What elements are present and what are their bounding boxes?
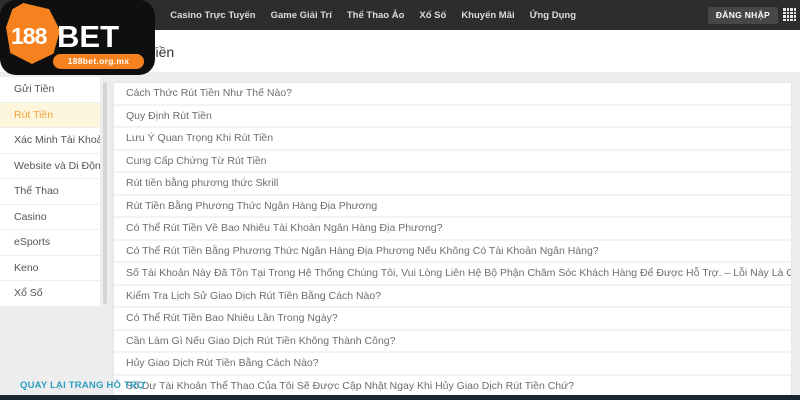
- apps-grid-icon[interactable]: [783, 8, 796, 21]
- apps-grid-cell: [793, 18, 796, 21]
- sidebar-item-0[interactable]: Gửi Tiền: [0, 77, 100, 103]
- nav-item-6[interactable]: Ứng Dụng: [530, 10, 576, 21]
- apps-grid-cell: [786, 18, 789, 21]
- nav-item-3[interactable]: Thể Thao Ảo: [347, 10, 405, 21]
- nav-item-1[interactable]: Casino Trực Tuyến: [170, 10, 255, 21]
- faq-question-11[interactable]: Cần Làm Gì Nếu Giao Dịch Rút Tiền Không …: [114, 331, 791, 353]
- brand-logo[interactable]: 188 BET 188bet.org.mx: [0, 0, 155, 75]
- faq-question-2[interactable]: Lưu Ý Quan Trọng Khi Rút Tiền: [114, 128, 791, 151]
- sidebar-item-7[interactable]: Keno: [0, 256, 100, 281]
- faq-question-12[interactable]: Hủy Giao Dịch Rút Tiền Bằng Cách Nào?: [114, 353, 791, 376]
- faq-question-4[interactable]: Rút tiền bằng phương thức Skrill: [114, 173, 791, 196]
- logo-domain-pill: 188bet.org.mx: [51, 52, 146, 71]
- apps-grid-cell: [786, 11, 789, 14]
- faq-question-13[interactable]: Số Dư Tài Khoản Thể Thao Của Tôi Sẽ Được…: [114, 376, 791, 397]
- apps-grid-cell: [783, 15, 786, 18]
- apps-grid-cell: [790, 18, 793, 21]
- sidebar-scrollbar[interactable]: [103, 82, 107, 304]
- sidebar-item-3[interactable]: Website và Di Động: [0, 154, 100, 179]
- sidebar-item-2[interactable]: Xác Minh Tài Khoản: [0, 128, 100, 154]
- sidebar-item-5[interactable]: Casino: [0, 205, 100, 230]
- nav-item-2[interactable]: Game Giải Trí: [271, 10, 332, 21]
- faq-question-0[interactable]: Cách Thức Rút Tiền Như Thế Nào?: [114, 83, 791, 106]
- apps-grid-cell: [793, 11, 796, 14]
- apps-grid-cell: [783, 8, 786, 11]
- apps-grid-cell: [790, 11, 793, 14]
- logo-number: 188: [11, 23, 47, 49]
- sidebar-item-8[interactable]: Xổ Số: [0, 281, 100, 307]
- sidebar-item-4[interactable]: Thể Thao: [0, 179, 100, 205]
- faq-question-10[interactable]: Có Thể Rút Tiền Bao Nhiêu Lần Trong Ngày…: [114, 308, 791, 331]
- back-to-support-link[interactable]: QUAY LẠI TRANG HỖ TRỢ: [20, 380, 145, 391]
- apps-grid-cell: [783, 11, 786, 14]
- apps-grid-cell: [790, 8, 793, 11]
- page: Thể Thao Casino Trực Tuyến Game Giải Trí Th…: [0, 0, 800, 400]
- sidebar-item-1[interactable]: Rút Tiền: [0, 102, 100, 128]
- faq-question-1[interactable]: Quy Định Rút Tiền: [114, 106, 791, 128]
- apps-grid-cell: [793, 8, 796, 11]
- nav-item-4[interactable]: Xổ Số: [419, 10, 446, 21]
- sidebar: Gửi Tiền Rút Tiền Xác Minh Tài Khoản Websit…: [0, 77, 100, 307]
- faq-question-3[interactable]: Cung Cấp Chứng Từ Rút Tiền: [114, 151, 791, 173]
- apps-grid-cell: [786, 15, 789, 18]
- faq-question-8[interactable]: Số Tài Khoản Này Đã Tồn Tại Trong Hệ Thố…: [114, 263, 791, 286]
- login-button[interactable]: ĐĂNG NHẬP: [707, 7, 778, 24]
- faq-panel: Cách Thức Rút Tiền Như Thế Nào? Quy Định …: [113, 82, 792, 397]
- apps-grid-cell: [793, 15, 796, 18]
- faq-question-6[interactable]: Có Thể Rút Tiền Về Bao Nhiêu Tài Khoản N…: [114, 218, 791, 241]
- faq-question-9[interactable]: Kiểm Tra Lịch Sử Giao Dịch Rút Tiền Bằng…: [114, 286, 791, 308]
- logo-name: BET: [57, 19, 119, 54]
- apps-grid-cell: [790, 15, 793, 18]
- apps-grid-cell: [783, 18, 786, 21]
- faq-question-5[interactable]: Rút Tiền Bằng Phương Thức Ngân Hàng Địa …: [114, 196, 791, 218]
- nav-item-5[interactable]: Khuyến Mãi: [461, 10, 514, 21]
- bottom-navy-bar: [0, 395, 800, 400]
- apps-grid-cell: [786, 8, 789, 11]
- sidebar-item-6[interactable]: eSports: [0, 230, 100, 256]
- main-nav: Thể ThaoCasino Trực TuyếnGame Giải TríTh…: [113, 0, 576, 30]
- faq-question-7[interactable]: Có Thể Rút Tiền Bằng Phương Thức Ngân Hà…: [114, 241, 791, 263]
